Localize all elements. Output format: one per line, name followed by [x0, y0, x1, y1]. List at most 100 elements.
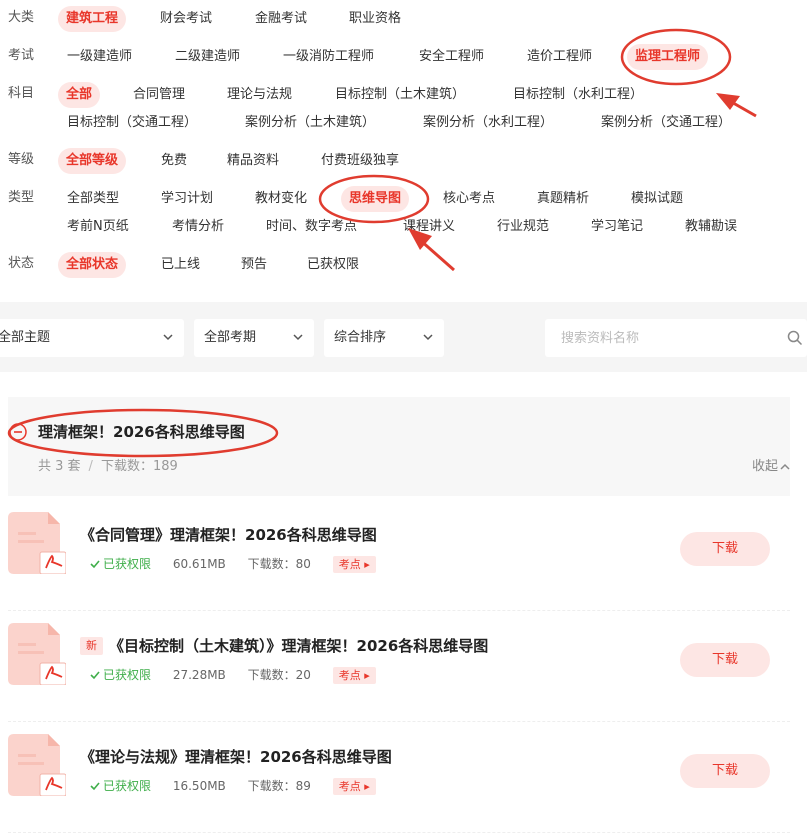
- chip-exam-1[interactable]: 二级建造师: [167, 44, 248, 70]
- chip-status-2[interactable]: 预告: [233, 252, 275, 278]
- item-title[interactable]: 《理论与法规》理清框架！2026各科思维导图: [80, 746, 392, 767]
- item-title[interactable]: 《合同管理》理清框架！2026各科思维导图: [80, 524, 377, 545]
- download-button[interactable]: 下载: [680, 532, 770, 566]
- item-downloads: 下载数：80: [247, 557, 311, 571]
- chip-subject-8[interactable]: 案例分析（交通工程）: [593, 110, 739, 136]
- chip-exam-3[interactable]: 安全工程师: [411, 44, 492, 70]
- chip-type-3[interactable]: 思维导图: [341, 186, 410, 212]
- permission-label: 已获权限: [103, 668, 152, 682]
- chip-type-2[interactable]: 教材变化: [247, 186, 315, 212]
- pdf-file-icon: [8, 623, 66, 685]
- chip-status-1[interactable]: 已上线: [153, 252, 208, 278]
- search-icon[interactable]: [787, 330, 803, 346]
- toolbar: 全部主题 全部考期 综合排序: [0, 302, 807, 372]
- chip-category-3[interactable]: 职业资格: [341, 6, 409, 32]
- sort-select[interactable]: 综合排序: [324, 319, 444, 357]
- group-downloads: 下载数：189: [100, 459, 178, 474]
- period-select-value: 全部考期: [204, 330, 257, 345]
- pdf-file-icon: [8, 512, 66, 574]
- chip-status-3[interactable]: 已获权限: [299, 252, 367, 278]
- item-downloads: 下载数：20: [247, 668, 311, 682]
- chevron-down-icon: [163, 334, 173, 341]
- group-count: 共 3 套: [38, 459, 81, 474]
- chip-subject-7[interactable]: 案例分析（水利工程）: [415, 110, 561, 136]
- item-title-wrap[interactable]: 新《目标控制（土木建筑）》理清框架！2026各科思维导图: [80, 635, 488, 656]
- group-title: 理清框架！2026各科思维导图: [38, 423, 245, 441]
- item-tag-label: 考点: [338, 558, 361, 571]
- resource-item: 《理论与法规》理清框架！2026各科思维导图 已获权限 16.50MB 下载数：…: [8, 722, 790, 833]
- chip-type-10[interactable]: 课程讲义: [395, 214, 463, 240]
- search-box: [545, 319, 807, 357]
- play-icon: ▸: [364, 669, 370, 682]
- chip-level-3[interactable]: 付费班级独享: [313, 148, 407, 174]
- item-info: 已获权限 60.61MB 下载数：80 考点 ▸: [90, 555, 376, 573]
- filter-label-category: 大类: [8, 10, 35, 25]
- item-size: 60.61MB: [172, 557, 226, 571]
- item-info: 已获权限 27.28MB 下载数：20 考点 ▸: [90, 666, 376, 684]
- chip-exam-2[interactable]: 一级消防工程师: [275, 44, 382, 70]
- chip-exam-0[interactable]: 一级建造师: [59, 44, 140, 70]
- chip-category-1[interactable]: 财会考试: [152, 6, 220, 32]
- chip-type-0[interactable]: 全部类型: [59, 186, 127, 212]
- chip-subject-2[interactable]: 理论与法规: [219, 82, 300, 108]
- group-meta-separator: /: [88, 459, 93, 474]
- permission-status: 已获权限: [90, 557, 151, 571]
- resource-item: 《合同管理》理清框架！2026各科思维导图 已获权限 60.61MB 下载数：8…: [8, 500, 790, 611]
- chip-type-1[interactable]: 学习计划: [153, 186, 221, 212]
- collapse-label: 收起: [751, 459, 778, 474]
- filter-panel: 大类 建筑工程 财会考试 金融考试 职业资格 考试 一级建造师 二级建造师 一级…: [0, 0, 807, 302]
- download-button[interactable]: 下载: [680, 643, 770, 677]
- chip-status-0[interactable]: 全部状态: [58, 252, 127, 278]
- check-icon: [90, 782, 100, 791]
- chip-subject-5[interactable]: 目标控制（交通工程）: [59, 110, 205, 136]
- theme-select[interactable]: 全部主题: [0, 319, 184, 357]
- permission-status: 已获权限: [90, 668, 151, 682]
- permission-status: 已获权限: [90, 779, 151, 793]
- play-icon: ▸: [364, 558, 370, 571]
- item-downloads: 下载数：89: [247, 779, 311, 793]
- chip-type-11[interactable]: 行业规范: [489, 214, 557, 240]
- item-info: 已获权限 16.50MB 下载数：89 考点 ▸: [90, 777, 376, 795]
- chip-type-6[interactable]: 模拟试题: [623, 186, 691, 212]
- period-select[interactable]: 全部考期: [194, 319, 314, 357]
- download-button[interactable]: 下载: [680, 754, 770, 788]
- pdf-file-icon: [8, 734, 66, 796]
- item-size: 16.50MB: [172, 779, 226, 793]
- chip-category-0[interactable]: 建筑工程: [58, 6, 127, 32]
- new-badge: 新: [80, 637, 103, 655]
- chip-exam-5[interactable]: 监理工程师: [627, 44, 709, 70]
- chip-subject-0[interactable]: 全部: [58, 82, 101, 108]
- collapse-button[interactable]: 收起: [752, 455, 790, 474]
- chip-level-0[interactable]: 全部等级: [58, 148, 127, 174]
- chip-subject-1[interactable]: 合同管理: [125, 82, 193, 108]
- chip-subject-6[interactable]: 案例分析（土木建筑）: [237, 110, 383, 136]
- chip-type-7[interactable]: 考前N页纸: [59, 214, 137, 240]
- chevron-up-icon: [780, 463, 790, 470]
- item-title: 《目标控制（土木建筑）》理清框架！2026各科思维导图: [109, 637, 489, 655]
- resource-item: 新《目标控制（土木建筑）》理清框架！2026各科思维导图 已获权限 27.28M…: [8, 611, 790, 722]
- search-input[interactable]: [545, 319, 775, 357]
- filter-label-exam: 考试: [8, 48, 35, 63]
- chip-level-1[interactable]: 免费: [153, 148, 195, 174]
- chip-type-8[interactable]: 考情分析: [164, 214, 232, 240]
- chip-type-4[interactable]: 核心考点: [435, 186, 503, 212]
- chip-type-9[interactable]: 时间、数字考点: [258, 214, 365, 240]
- chip-level-2[interactable]: 精品资料: [219, 148, 287, 174]
- item-size: 27.28MB: [172, 668, 226, 682]
- play-icon: ▸: [364, 780, 370, 793]
- chip-category-2[interactable]: 金融考试: [247, 6, 315, 32]
- filter-label-type: 类型: [8, 190, 35, 205]
- chip-exam-4[interactable]: 造价工程师: [519, 44, 600, 70]
- permission-label: 已获权限: [103, 779, 152, 793]
- chip-subject-4[interactable]: 目标控制（水利工程）: [505, 82, 651, 108]
- group-meta: 共 3 套 / 下载数：189: [38, 455, 178, 474]
- chip-type-5[interactable]: 真题精析: [529, 186, 597, 212]
- item-tag-label: 考点: [338, 780, 361, 793]
- collapse-minus-icon[interactable]: [9, 423, 27, 441]
- chip-subject-3[interactable]: 目标控制（土木建筑）: [327, 82, 473, 108]
- chip-type-12[interactable]: 学习笔记: [583, 214, 651, 240]
- filter-label-status: 状态: [8, 256, 35, 271]
- chip-type-13[interactable]: 教辅勘误: [677, 214, 745, 240]
- item-tag: 考点 ▸: [332, 556, 376, 573]
- item-tag: 考点 ▸: [332, 778, 376, 795]
